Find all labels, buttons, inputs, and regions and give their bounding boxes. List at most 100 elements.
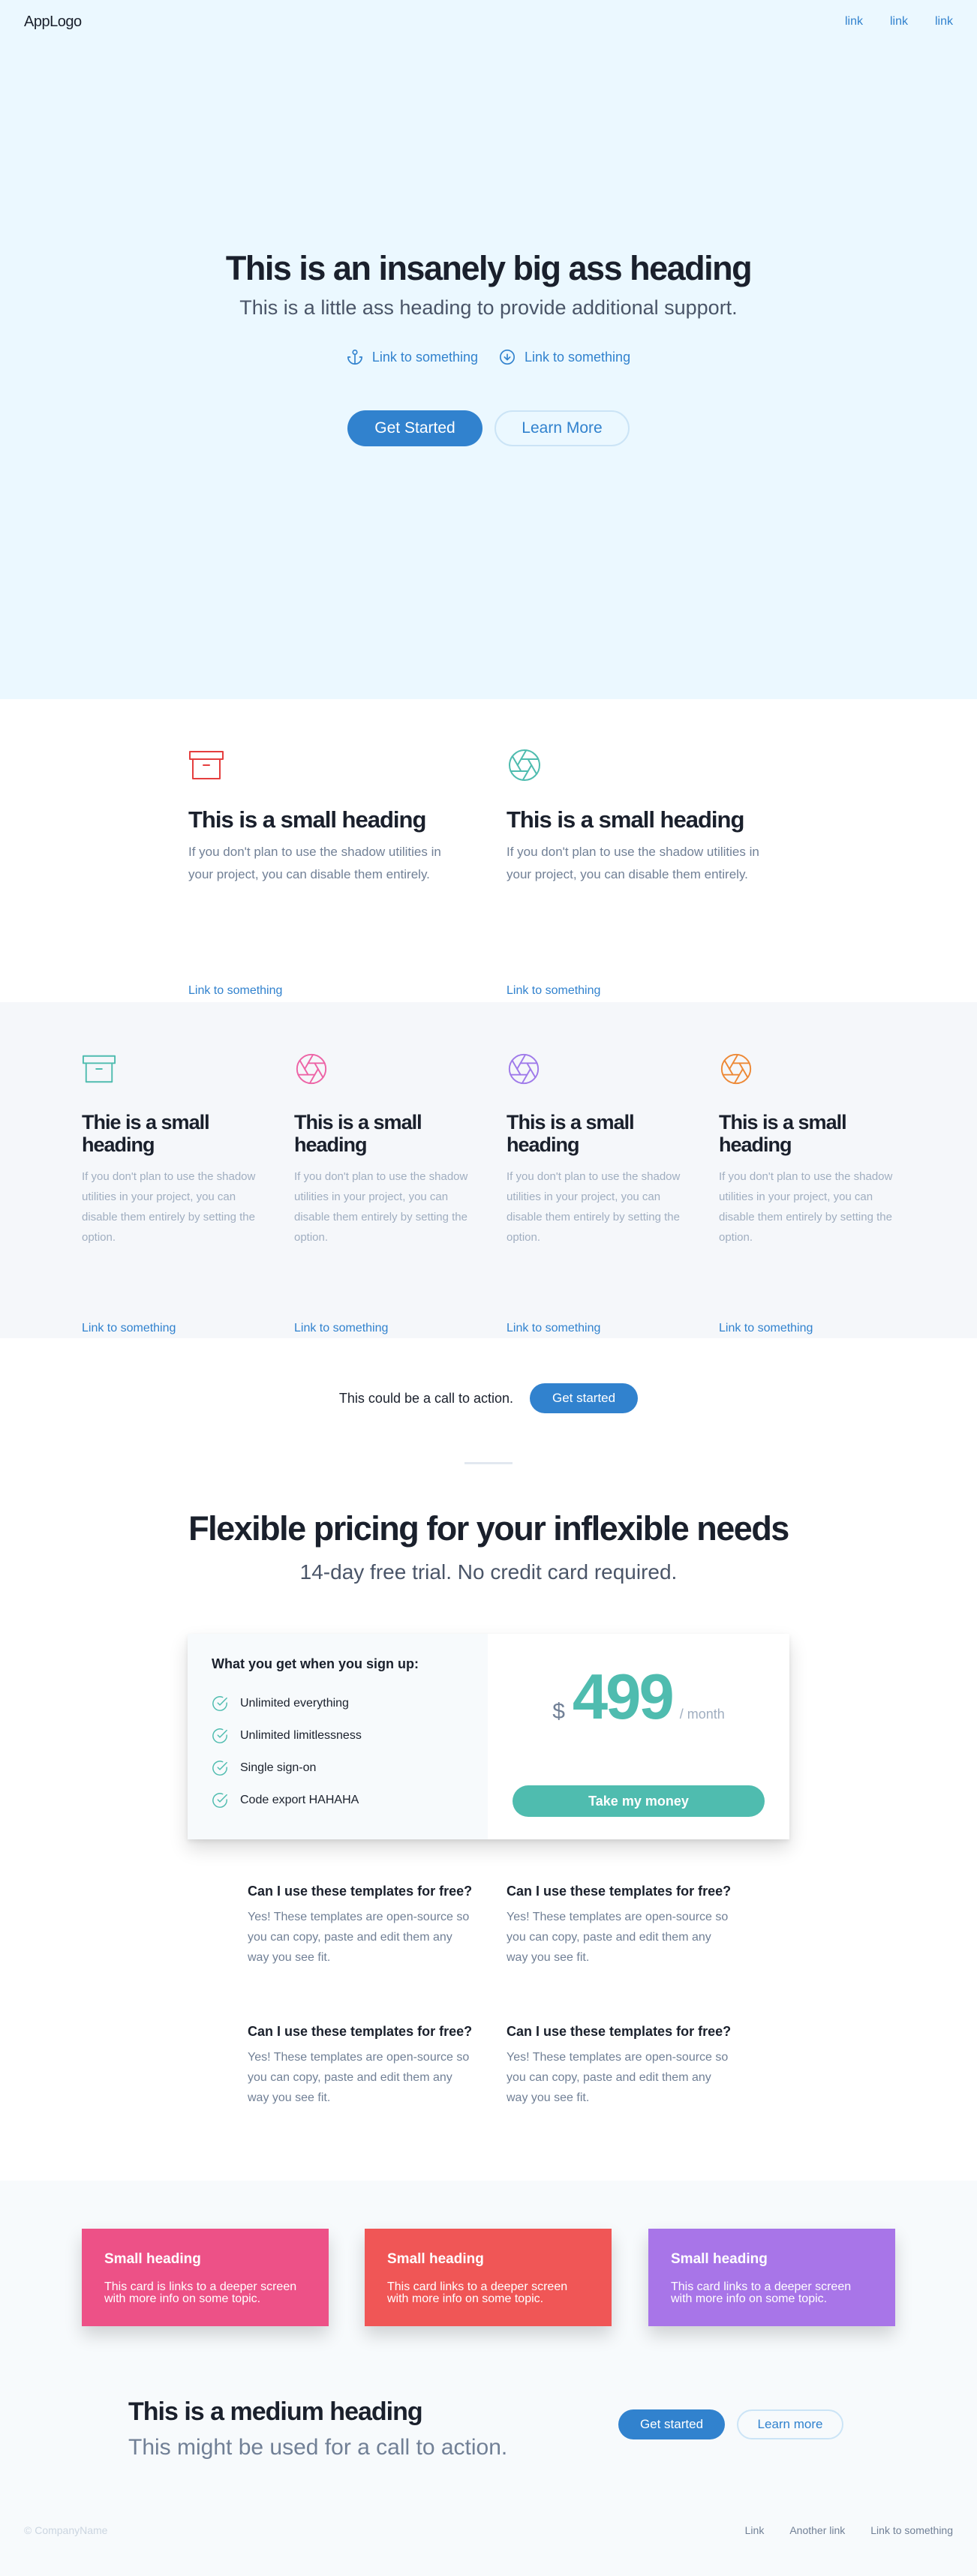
aperture-icon [720, 1053, 752, 1085]
features-four-section: Thie is a small heading If you don't pla… [0, 1002, 977, 1338]
faq-item: Can I use these templates for free? Yes!… [507, 2024, 732, 2108]
features-two-section: This is a small heading If you don't pla… [0, 699, 977, 1002]
faq-item: Can I use these templates for free? Yes!… [507, 1884, 732, 1968]
pricing-title: Flexible pricing for your inflexible nee… [188, 1509, 789, 1548]
feature-link[interactable]: Link to something [82, 1322, 176, 1335]
price-display: $ 499 / month [488, 1661, 789, 1734]
pricing-feature-label: Unlimited everything [240, 1696, 349, 1710]
faq-question: Can I use these templates for free? [507, 1884, 732, 1899]
pricing-subtitle: 14-day free trial. No credit card requir… [299, 1560, 678, 1584]
nav-link-1[interactable]: link [845, 15, 863, 29]
pricing-features-heading: What you get when you sign up: [212, 1656, 419, 1671]
link-card[interactable]: Small heading This card links to a deepe… [648, 2229, 895, 2326]
arrow-down-circle-icon [500, 350, 515, 365]
medium-cta-buttons: Get started Learn more [618, 2409, 843, 2439]
hero-links: Link to something Link to something [0, 349, 977, 365]
pricing-price-panel: $ 499 / month Take my money [488, 1634, 789, 1839]
feature-text: If you don't plan to use the shadow util… [719, 1170, 893, 1244]
hero-buttons: Get Started Learn More [0, 410, 977, 446]
card-title: Small heading [104, 2251, 201, 2267]
feature-title: This is a small heading [188, 806, 426, 833]
check-circle-icon [212, 1695, 227, 1711]
aperture-icon [508, 1053, 540, 1085]
faq-question: Can I use these templates for free? [248, 2024, 473, 2039]
feature-text: If you don't plan to use the shadow util… [188, 845, 441, 881]
pricing-feature-item: Code export HAHAHA [212, 1784, 464, 1816]
hero-link-label: Link to something [525, 349, 631, 365]
feature-link[interactable]: Link to something [507, 984, 600, 998]
faq-question: Can I use these templates for free? [507, 2024, 732, 2039]
card-text: This card links to a deeper screen with … [387, 2280, 568, 2305]
feature-item: This is a small heading If you don't pla… [188, 747, 473, 997]
feature-title: Thie is a small heading [82, 1111, 210, 1156]
take-my-money-button[interactable]: Take my money [513, 1785, 765, 1817]
card-text: This card is links to a deeper screen wi… [104, 2280, 297, 2305]
card-title: Small heading [387, 2251, 484, 2267]
nav-link-3[interactable]: link [935, 15, 953, 29]
get-started-button[interactable]: Get Started [347, 410, 482, 446]
medium-heading: This is a medium heading [128, 2397, 423, 2426]
medium-get-started-button[interactable]: Get started [618, 2409, 725, 2439]
feature-link[interactable]: Link to something [188, 984, 282, 998]
footer-copyright: © CompanyName [24, 2524, 108, 2536]
app-logo[interactable]: AppLogo [24, 14, 82, 31]
hero-link-anchor[interactable]: Link to something [347, 349, 478, 365]
feature-item: This is a small heading If you don't pla… [507, 1052, 681, 1335]
hero-link-label: Link to something [371, 349, 478, 365]
medium-learn-more-button[interactable]: Learn more [737, 2409, 843, 2439]
feature-text: If you don't plan to use the shadow util… [507, 1170, 681, 1244]
faq-question: Can I use these templates for free? [248, 1884, 473, 1899]
learn-more-button[interactable]: Learn More [495, 410, 630, 446]
faq-answer: Yes! These templates are open-source so … [507, 2051, 729, 2104]
footer-link[interactable]: Link to something [870, 2524, 953, 2536]
footer-link[interactable]: Link [745, 2524, 765, 2536]
hero-section: AppLogo link link link This is an insane… [0, 0, 977, 699]
archive-icon [82, 1055, 116, 1083]
footer-links: Link Another link Link to something [745, 2524, 953, 2536]
feature-item: Thie is a small heading If you don't pla… [82, 1052, 256, 1335]
link-card[interactable]: Small heading This card links to a deepe… [365, 2229, 612, 2326]
price-currency: $ [552, 1699, 565, 1724]
archive-icon [189, 751, 224, 779]
faq-answer: Yes! These templates are open-source so … [507, 1911, 729, 1964]
pricing-feature-label: Single sign-on [240, 1761, 317, 1774]
top-nav: AppLogo link link link [0, 0, 977, 45]
hero-subtitle: This is a little ass heading to provide … [239, 296, 738, 319]
feature-link[interactable]: Link to something [719, 1322, 813, 1335]
faq-item: Can I use these templates for free? Yes!… [248, 1884, 473, 1968]
feature-text: If you don't plan to use the shadow util… [82, 1170, 256, 1244]
card-title: Small heading [671, 2251, 768, 2267]
link-card[interactable]: Small heading This card is links to a de… [82, 2229, 329, 2326]
faq-answer: Yes! These templates are open-source so … [248, 1911, 470, 1964]
cards-section: Small heading This card is links to a de… [0, 2181, 977, 2576]
feature-item: This is a small heading If you don't pla… [507, 747, 792, 997]
call-to-action: This could be a call to action. Get star… [0, 1383, 977, 1413]
check-circle-icon [212, 1728, 227, 1743]
pricing-features: What you get when you sign up: Unlimited… [188, 1634, 488, 1839]
anchor-icon [347, 350, 362, 365]
hero-title: This is an insanely big ass heading [225, 249, 753, 287]
feature-text: If you don't plan to use the shadow util… [294, 1170, 468, 1244]
feature-item: This is a small heading If you don't pla… [719, 1052, 893, 1335]
feature-item: This is a small heading If you don't pla… [294, 1052, 468, 1335]
cta-text: This could be a call to action. [338, 1390, 514, 1406]
pricing-feature-item: Single sign-on [212, 1752, 464, 1784]
aperture-icon [296, 1053, 327, 1085]
hero-link-download[interactable]: Link to something [499, 349, 630, 365]
nav-link-2[interactable]: link [890, 15, 908, 29]
pricing-feature-item: Unlimited limitlessness [212, 1719, 464, 1752]
pricing-feature-item: Unlimited everything [212, 1687, 464, 1719]
cta-get-started-button[interactable]: Get started [530, 1383, 639, 1413]
check-circle-icon [212, 1760, 227, 1776]
card-text: This card links to a deeper screen with … [671, 2280, 852, 2305]
faq-answer: Yes! These templates are open-source so … [248, 2051, 470, 2104]
feature-text: If you don't plan to use the shadow util… [507, 845, 759, 881]
price-period: / month [679, 1707, 725, 1722]
price-amount: 499 [572, 1662, 675, 1733]
feature-link[interactable]: Link to something [507, 1322, 600, 1335]
medium-subtitle: This might be used for a call to action. [128, 2435, 508, 2460]
footer-link[interactable]: Another link [789, 2524, 845, 2536]
nav-links: link link link [845, 15, 953, 29]
feature-title: This is a small heading [507, 806, 744, 833]
feature-link[interactable]: Link to something [294, 1322, 388, 1335]
